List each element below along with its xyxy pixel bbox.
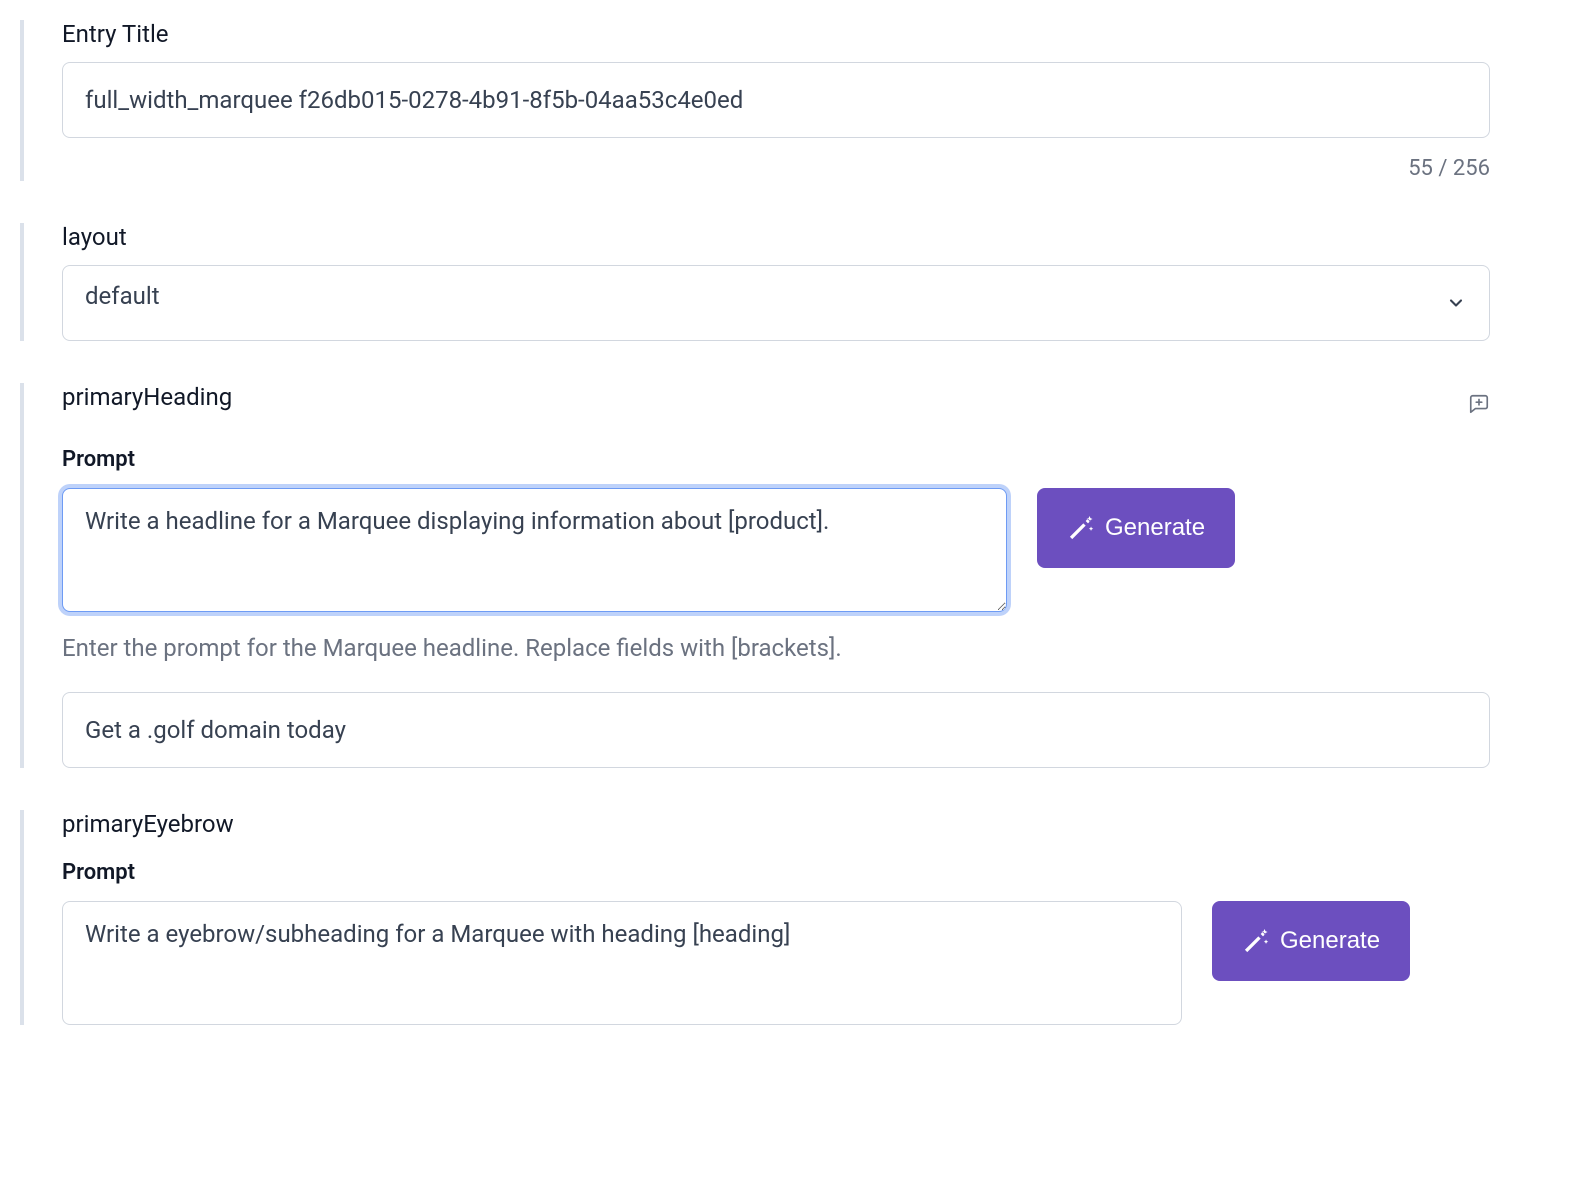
- generate-button-label: Generate: [1105, 514, 1205, 542]
- magic-wand-icon: [1242, 927, 1270, 955]
- primary-heading-help-text: Enter the prompt for the Marquee headlin…: [62, 634, 1490, 662]
- field-primary-eyebrow: primaryEyebrow Prompt Generate: [20, 810, 1490, 1025]
- field-primary-heading: primaryHeading Prompt Generate: [20, 383, 1490, 768]
- layout-label: layout: [62, 223, 1490, 251]
- entry-title-input[interactable]: [62, 62, 1490, 138]
- entry-title-char-count: 55 / 256: [62, 156, 1490, 181]
- primary-eyebrow-label: primaryEyebrow: [62, 810, 1490, 838]
- field-entry-title: Entry Title 55 / 256: [20, 20, 1490, 181]
- primary-heading-prompt-textarea[interactable]: [62, 488, 1007, 612]
- layout-select[interactable]: default: [62, 265, 1490, 341]
- primary-eyebrow-prompt-label: Prompt: [62, 860, 1490, 885]
- primary-eyebrow-generate-button[interactable]: Generate: [1212, 901, 1410, 981]
- primary-heading-prompt-label: Prompt: [62, 447, 1490, 472]
- primary-heading-generate-button[interactable]: Generate: [1037, 488, 1235, 568]
- generate-button-label: Generate: [1280, 927, 1380, 955]
- field-layout: layout default: [20, 223, 1490, 341]
- entry-title-label: Entry Title: [62, 20, 1490, 48]
- magic-wand-icon: [1067, 514, 1095, 542]
- primary-heading-output-input[interactable]: [62, 692, 1490, 768]
- primary-eyebrow-prompt-textarea[interactable]: [62, 901, 1182, 1025]
- primary-heading-label: primaryHeading: [62, 383, 232, 411]
- comment-add-icon[interactable]: [1468, 393, 1490, 415]
